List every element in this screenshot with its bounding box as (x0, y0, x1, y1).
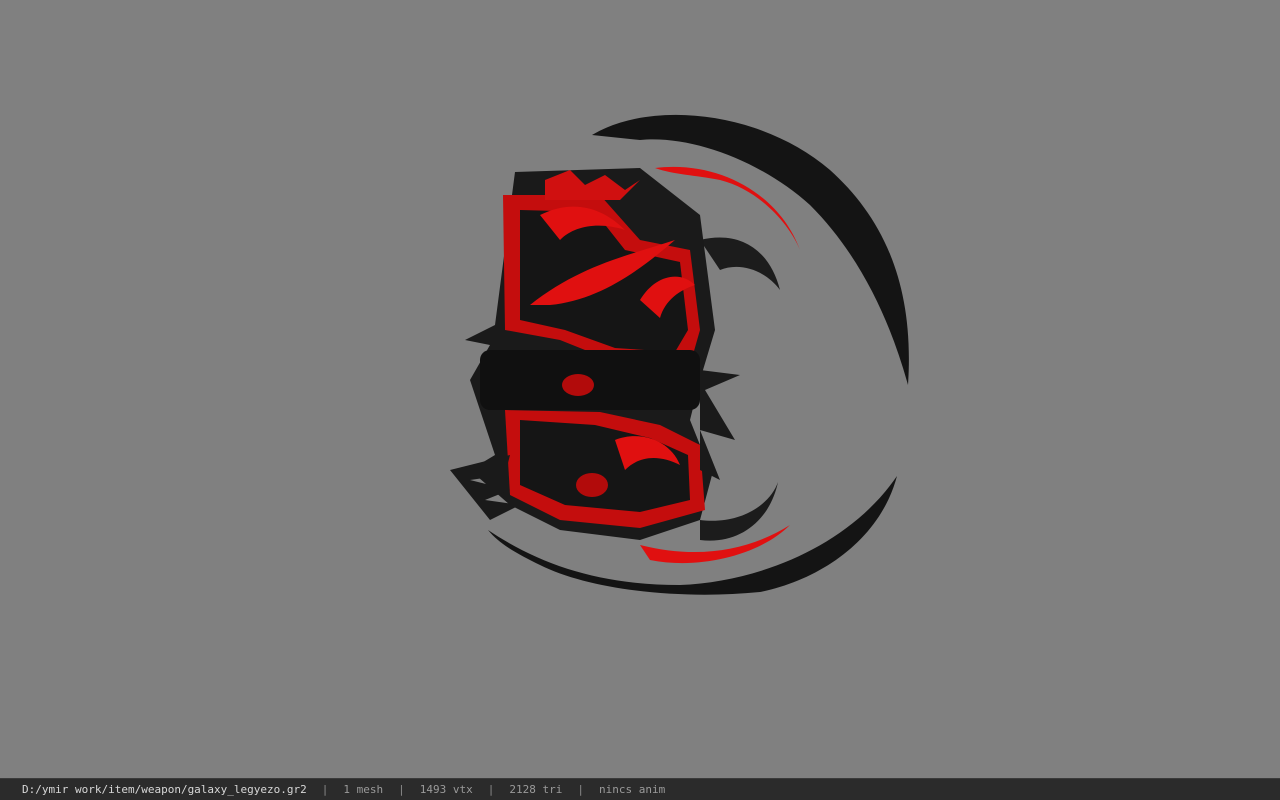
weapon-model (450, 114, 909, 595)
upper-hook (700, 237, 780, 290)
vertex-count: 1493 vtx (419, 783, 473, 796)
model-viewport[interactable] (0, 0, 1280, 778)
middle-red-gem (562, 374, 594, 396)
separator: | (398, 783, 405, 796)
status-bar: D:/ymir work/item/weapon/galaxy_legyezo.… (0, 778, 1280, 800)
lower-red-gem (576, 473, 608, 497)
mesh-count: 1 mesh (343, 783, 384, 796)
triangle-count: 2128 tri (509, 783, 563, 796)
separator: | (487, 783, 495, 796)
right-spikes (700, 370, 740, 480)
separator: | (321, 783, 329, 796)
file-path: D:/ymir work/item/weapon/galaxy_legyezo.… (22, 783, 307, 796)
lower-hook (700, 482, 778, 541)
animation-status: nincs anim (599, 783, 666, 796)
separator: | (577, 783, 584, 796)
